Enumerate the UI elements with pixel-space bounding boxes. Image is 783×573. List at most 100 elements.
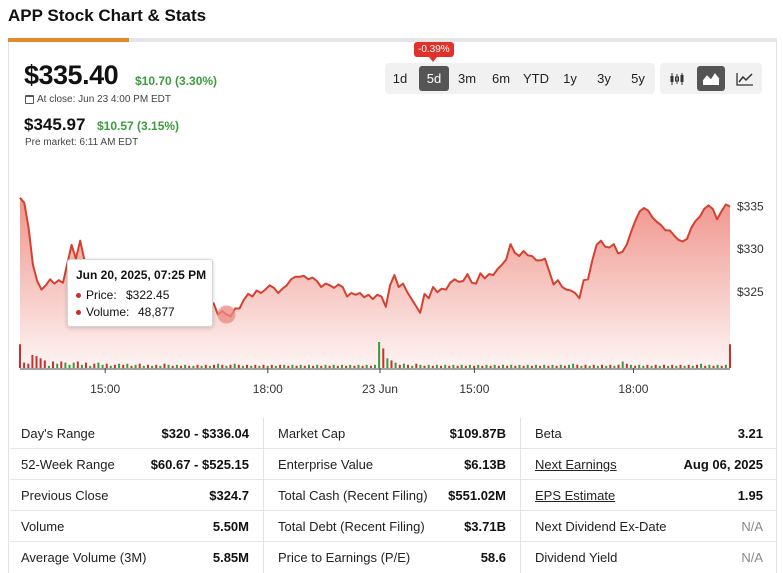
volume-bar: [200, 365, 203, 368]
volume-bar: [473, 365, 476, 368]
y-tick-label: $330: [737, 242, 764, 256]
volume-bar: [605, 365, 608, 368]
stat-value: $324.7: [209, 488, 249, 503]
volume-bar: [159, 365, 162, 368]
volume-bar: [85, 362, 87, 368]
volume-bar: [266, 365, 269, 368]
volume-bar: [468, 364, 471, 369]
volume-bar: [291, 364, 294, 369]
volume-bar: [262, 364, 265, 369]
volume-bar: [415, 363, 418, 368]
volume-bar: [126, 363, 129, 368]
stat-row: Price to Earnings (P/E) 58.6: [264, 542, 520, 573]
tooltip-volume-value: 48,877: [138, 305, 175, 319]
stat-row: Beta 3.21: [521, 418, 777, 449]
volume-bar: [617, 364, 620, 369]
volume-bar: [221, 364, 224, 369]
volume-bar: [601, 364, 603, 369]
volume-bar: [27, 363, 30, 368]
volume-bar: [328, 365, 331, 368]
volume-bar: [679, 364, 682, 369]
stats-column-2: Market Cap $109.87B Enterprise Value $6.13…: [263, 418, 521, 573]
volume-bar: [481, 365, 484, 368]
volume-bar: [52, 361, 54, 368]
volume-bar: [675, 365, 678, 368]
eps-estimate-link[interactable]: EPS Estimate: [535, 488, 615, 503]
stat-value: $60.67 - $525.15: [150, 457, 249, 472]
volume-bar: [72, 362, 75, 368]
volume-bar: [353, 365, 356, 368]
volume-bar: [299, 364, 302, 369]
x-tick-label: 23 Jun: [362, 382, 398, 396]
stat-label: Total Cash (Recent Filing): [278, 488, 428, 503]
volume-bar: [188, 365, 191, 368]
volume-bar: [93, 363, 96, 368]
volume-bar: [171, 365, 174, 368]
stat-value: N/A: [741, 519, 763, 534]
y-tick-label: $325: [737, 285, 764, 299]
volume-bar: [667, 365, 670, 368]
tooltip-date: Jun 20, 2025, 07:25 PM: [76, 268, 207, 282]
volume-bar: [493, 364, 496, 369]
tooltip-price-row: Price: $322.45: [76, 288, 169, 302]
stat-value: $3.71B: [464, 519, 506, 534]
volume-bar: [609, 364, 612, 369]
stat-value: $551.02M: [448, 488, 506, 503]
stat-label: Dividend Yield: [535, 550, 618, 565]
volume-bar: [485, 364, 488, 369]
volume-bar: [270, 364, 273, 369]
stat-row: Next Earnings Aug 06, 2025: [521, 449, 777, 480]
volume-bar: [365, 364, 368, 369]
volume-bar: [118, 363, 121, 368]
volume-bar: [237, 364, 240, 369]
volume-bar: [398, 364, 401, 369]
volume-bar: [402, 363, 405, 368]
volume-bar: [324, 364, 327, 369]
volume-bar: [47, 365, 50, 368]
volume-bar: [155, 364, 158, 369]
volume-bar: [712, 365, 715, 368]
volume-bar: [613, 365, 616, 368]
volume-bar: [696, 364, 698, 369]
volume-bar: [357, 364, 360, 369]
stat-value: 5.85M: [212, 550, 249, 565]
volume-bar: [345, 365, 348, 368]
volume-bar: [382, 348, 385, 368]
volume-bar: [320, 365, 323, 368]
volume-bar: [19, 344, 21, 368]
stat-row: Previous Close $324.7: [10, 480, 263, 511]
volume-bar: [444, 364, 447, 369]
volume-bar: [551, 364, 554, 369]
volume-bar: [250, 365, 253, 368]
volume-bar: [700, 363, 703, 368]
volume-bar: [122, 364, 125, 369]
volume-bar: [588, 365, 591, 368]
volume-bar: [31, 355, 34, 368]
volume-bar: [658, 365, 661, 368]
stat-row: Enterprise Value $6.13B: [264, 449, 520, 480]
volume-bar: [192, 365, 195, 368]
volume-bar: [316, 364, 319, 369]
stat-label: Market Cap: [278, 426, 346, 441]
volume-bar: [101, 364, 104, 369]
volume-bar: [233, 363, 236, 368]
volume-bar: [151, 365, 154, 368]
stats-column-1: Day's Range $320 - $336.04 52-Week Range $…: [10, 418, 263, 573]
volume-bar: [386, 358, 389, 369]
hover-point[interactable]: [217, 305, 236, 324]
volume-bar: [576, 364, 579, 369]
volume-bar: [229, 364, 232, 369]
volume-bar: [572, 363, 575, 368]
volume-bar: [724, 364, 727, 369]
volume-bar: [76, 361, 79, 368]
volume-bar: [254, 364, 257, 369]
next-earnings-link[interactable]: Next Earnings: [535, 457, 617, 472]
volume-bar: [568, 364, 570, 369]
volume-bar: [258, 365, 261, 368]
volume-bar: [440, 365, 442, 368]
volume-bar: [134, 364, 137, 369]
volume-bar: [394, 362, 397, 368]
volume-bar: [241, 365, 244, 368]
volume-bar: [720, 365, 723, 368]
tooltip-volume-label: Volume:: [86, 305, 130, 319]
